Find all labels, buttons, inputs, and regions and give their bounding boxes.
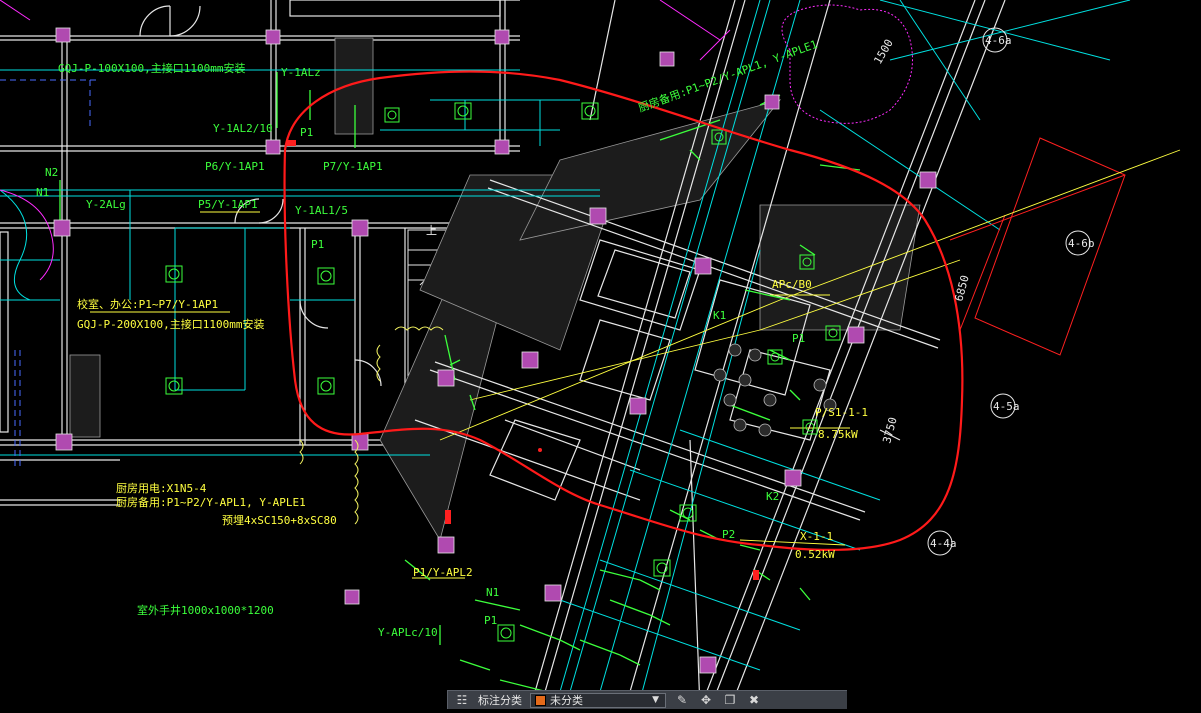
copy-icon[interactable]: ❐ (722, 693, 738, 707)
drawing-label: APc/B0 (772, 278, 812, 291)
layer-dropdown[interactable]: 未分类 ▼ (530, 692, 666, 708)
drawing-label: N1 (486, 586, 499, 599)
drawing-label: P1 (792, 332, 805, 345)
annotation-scale-label[interactable]: 标注分类 (478, 692, 522, 708)
drawing-label: P5/Y-1AP1 (198, 198, 258, 211)
drawing-label: 8.75kW (818, 428, 858, 441)
drawing-label: GQJ-P-100X100,主接口1100mm安装 (58, 61, 245, 75)
drawing-label: 4-6b (1068, 237, 1095, 250)
drawing-label: 4-6a (985, 34, 1012, 47)
drawing-label: 厨房用电:X1N5-4 (116, 482, 207, 495)
layer-name: 未分类 (550, 694, 583, 707)
drawing-label: Y-1AL1/5 (295, 204, 348, 217)
drawing-label: Y-2ALg (86, 198, 126, 211)
drawing-label: P1 (484, 614, 497, 627)
drawing-label: N1 (36, 186, 49, 199)
drawing-label: P6/Y-1AP1 (205, 160, 265, 173)
move-icon[interactable]: ✥ (698, 693, 714, 707)
drawing-label: Y-APLc/10 (378, 626, 438, 639)
drawing-label: 上 (426, 224, 437, 237)
drawing-label: 4-4a (930, 537, 957, 550)
drawing-label: N2 (45, 166, 58, 179)
drawing-label: GQJ-P-200X100,主接口1100mm安装 (77, 317, 264, 331)
drawing-label: P/S1-1-1 (815, 406, 868, 419)
pencil-icon[interactable]: ✎ (674, 693, 690, 707)
drawing-label: K2 (766, 490, 779, 503)
drawing-label: P1/Y-APL2 (413, 566, 473, 579)
drawing-label: 校室、办公:P1~P7/Y-1AP1 (77, 297, 218, 311)
drawing-label: P7/Y-1AP1 (323, 160, 383, 173)
annotation-scale-icon[interactable]: ☷ (454, 693, 470, 707)
drawing-label: P2 (722, 528, 735, 541)
drawing-label: 4-5a (993, 400, 1020, 413)
status-bar: ☷ 标注分类 未分类 ▼ ✎ ✥ ❐ ✖ (447, 690, 847, 709)
drawing-label: 厨房备用:P1~P2/Y-APL1, Y-APLE1 (116, 495, 306, 509)
drawing-label: 室外手井1000x1000*1200 (137, 603, 274, 617)
drawing-label: Y-1ALz (281, 66, 321, 79)
drawing-label: P1 (311, 238, 324, 251)
chevron-down-icon: ▼ (652, 695, 659, 705)
drawing-label: K1 (713, 309, 726, 322)
layer-color-swatch (535, 694, 546, 706)
drawing-label: 预埋4xSC150+8xSC80 (222, 514, 337, 527)
drawing-label: 0.52kW (795, 548, 835, 561)
drawing-label: X-1-1 (800, 530, 833, 543)
drawing-label: Y-1AL2/10 (213, 122, 273, 135)
delete-icon[interactable]: ✖ (746, 693, 762, 707)
cad-drawing-canvas[interactable]: GQJ-P-100X100,主接口1100mm安装 Y-1ALz Y-1AL2/10… (0, 0, 1201, 710)
drawing-label: P1 (300, 126, 313, 139)
